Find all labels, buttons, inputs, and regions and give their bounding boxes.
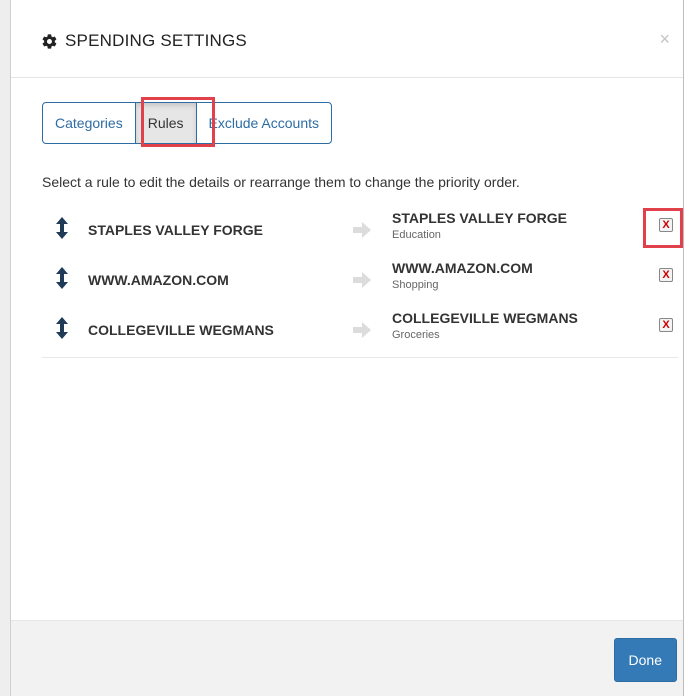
rule-source-name: COLLEGEVILLE WEGMANS <box>88 322 274 338</box>
modal-backdrop-right <box>683 0 693 696</box>
modal-title-text: SPENDING SETTINGS <box>65 31 247 50</box>
rule-dest-category: Education <box>392 229 441 241</box>
delete-rule-button[interactable]: X <box>659 268 673 282</box>
rule-dest-name: WWW.AMAZON.COM <box>392 260 533 276</box>
rule-dest-category: Shopping <box>392 279 439 291</box>
tab-categories[interactable]: Categories <box>43 103 136 143</box>
arrow-right-icon <box>353 322 371 338</box>
spending-settings-modal: SPENDING SETTINGS × Categories Rules Exc… <box>11 0 683 696</box>
rule-row[interactable]: WWW.AMAZON.COM WWW.AMAZON.COM Shopping X <box>42 255 678 305</box>
rule-source-name: STAPLES VALLEY FORGE <box>88 222 264 238</box>
tab-exclude-accounts[interactable]: Exclude Accounts <box>197 103 332 143</box>
rule-source-name: WWW.AMAZON.COM <box>88 272 229 288</box>
rule-dest-category: Groceries <box>392 329 440 341</box>
modal-backdrop-left <box>0 0 11 696</box>
settings-tabs: Categories Rules Exclude Accounts <box>42 102 333 144</box>
gear-icon <box>42 33 57 49</box>
rule-dest-name: COLLEGEVILLE WEGMANS <box>392 310 578 326</box>
rules-instructions: Select a rule to edit the details or rea… <box>42 174 520 190</box>
up-down-arrow-icon[interactable] <box>56 317 68 339</box>
close-button[interactable]: × <box>659 30 670 48</box>
rule-row[interactable]: STAPLES VALLEY FORGE STAPLES VALLEY FORG… <box>42 205 678 255</box>
modal-title: SPENDING SETTINGS <box>41 31 247 51</box>
up-down-arrow-icon[interactable] <box>56 217 68 239</box>
arrow-right-icon <box>353 272 371 288</box>
tab-rules[interactable]: Rules <box>135 103 197 143</box>
done-button[interactable]: Done <box>613 638 677 682</box>
delete-rule-button[interactable]: X <box>659 318 673 332</box>
arrow-right-icon <box>353 222 371 238</box>
rules-list: STAPLES VALLEY FORGE STAPLES VALLEY FORG… <box>42 205 678 355</box>
up-down-arrow-icon[interactable] <box>56 267 68 289</box>
modal-footer: Done <box>11 620 683 696</box>
rules-divider <box>42 357 678 358</box>
delete-rule-button[interactable]: X <box>659 218 673 232</box>
rule-row[interactable]: COLLEGEVILLE WEGMANS COLLEGEVILLE WEGMAN… <box>42 305 678 355</box>
modal-header: SPENDING SETTINGS × <box>11 0 683 78</box>
rule-dest-name: STAPLES VALLEY FORGE <box>392 210 568 226</box>
